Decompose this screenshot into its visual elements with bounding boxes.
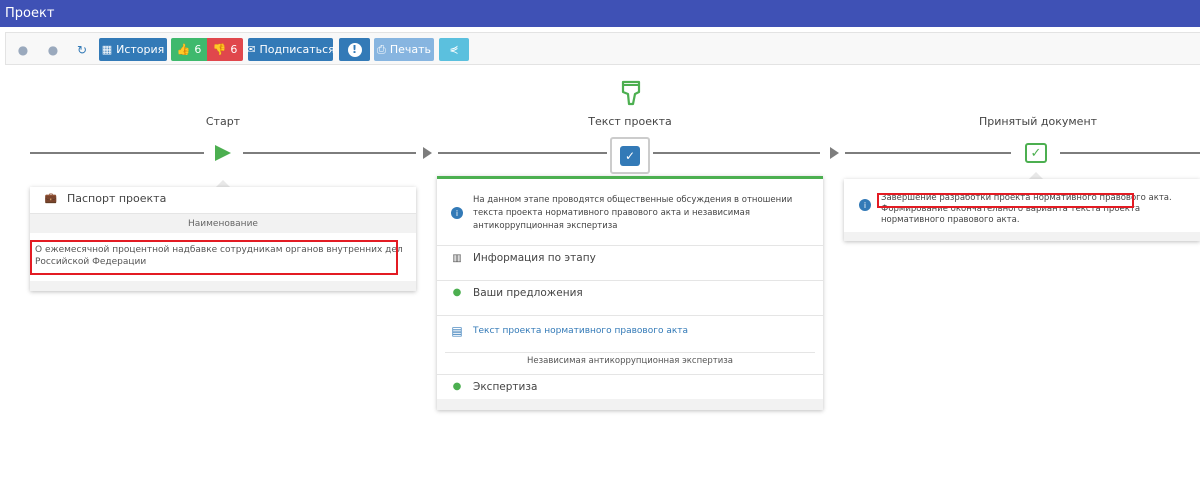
stage-label-start: Старт [205,115,241,128]
book-icon: ▥ [452,252,462,264]
flow-line-3 [438,152,607,154]
card-footer-text [437,399,823,410]
stage-label-text: Текст проекта [588,115,672,128]
thumbs-up-icon: 👍 [176,43,191,56]
share-button[interactable]: ⋞ [439,38,469,61]
passport-row[interactable]: 💼 Паспорт проекта [30,187,416,209]
info-icon: i [451,207,463,219]
comment-icon-2: ● [452,381,462,392]
card-footer [30,281,416,291]
highlight-box-accepted [877,193,1134,208]
info-row: i На данном этапе проводятся общественны… [437,193,823,233]
card-footer-accepted [844,232,1200,241]
flow-line-6 [1060,152,1200,154]
expertise-row[interactable]: ● Экспертиза [437,374,823,398]
share-icon: ⋞ [449,43,459,56]
page-title: Проект [5,6,55,21]
proposals-row[interactable]: ● Ваши предложения [437,280,823,304]
print-button[interactable]: ⎙ Печать [374,38,434,61]
hand-pointer-icon [619,80,643,106]
report-button[interactable]: ! [339,38,370,61]
check-square-icon[interactable]: ✓ [1025,143,1047,163]
exclamation-icon: ! [347,42,362,57]
toolbar: ● ● ↻ ▦ История 👍 6 👎 6 ✉ Подписаться ! … [5,32,1200,65]
play-icon[interactable] [215,145,231,161]
forward-icon[interactable]: ● [46,38,60,61]
start-card: 💼 Паспорт проекта Наименование О ежемеся… [30,187,416,291]
comment-icon: ● [452,287,462,298]
flow-line-1 [30,152,204,154]
printer-icon: ⎙ [377,42,386,56]
refresh-icon[interactable]: ↻ [75,38,89,61]
like-button[interactable]: 👍 6 [171,38,207,61]
thumbs-down-icon: 👎 [212,43,227,56]
envelope-icon: ✉ [246,43,256,56]
briefcase-icon: 💼 [44,192,58,204]
accepted-card: i Завершение разработки проекта норматив… [844,179,1200,241]
flow-line-4 [653,152,820,154]
window-title-bar: Проект [0,0,1200,27]
document-check-icon[interactable]: ✓ [610,137,650,174]
document-icon: ▤ [451,323,463,338]
highlight-box-name [30,240,398,275]
back-icon[interactable]: ● [16,38,30,61]
subscribe-button[interactable]: ✉ Подписаться [246,38,335,61]
text-stage-card: i На данном этапе проводятся общественны… [437,176,823,410]
card-notch-start [216,180,230,187]
calendar-icon: ▦ [101,43,113,56]
flow-arrow-2 [830,147,839,159]
expertise-section-header: Независимая антикоррупционная экспертиза [445,352,815,368]
dislike-button[interactable]: 👎 6 [207,38,243,61]
card-notch-accepted [1029,172,1043,179]
history-button[interactable]: ▦ История [99,38,167,61]
stage-info-row[interactable]: ▥ Информация по этапу [437,245,823,270]
section-name-header: Наименование [30,213,416,233]
flow-line-5 [845,152,1011,154]
stage-label-accepted: Принятый документ [978,115,1098,128]
project-text-row[interactable]: ▤ Текст проекта нормативного правового а… [437,315,823,345]
flow-line-2 [243,152,416,154]
flow-arrow-1 [423,147,432,159]
info-icon-accepted: i [859,199,871,211]
